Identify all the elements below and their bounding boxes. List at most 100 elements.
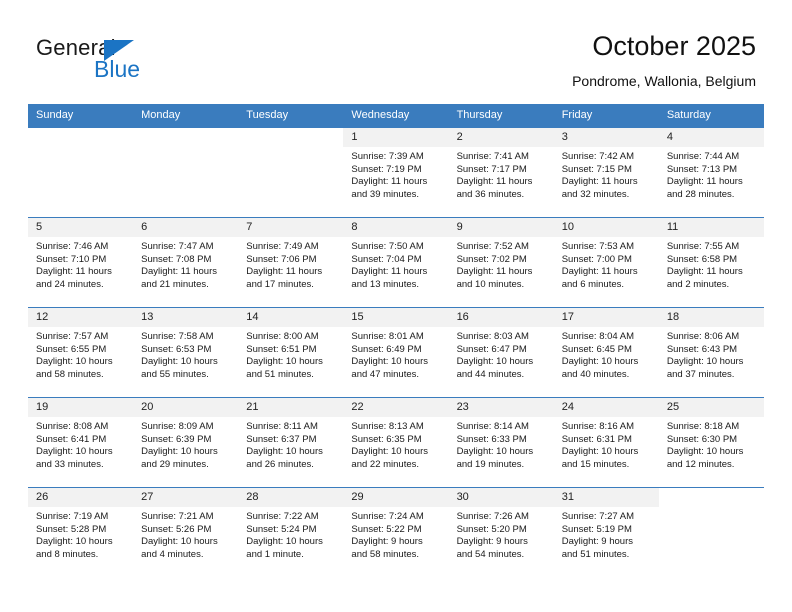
sunrise-text: Sunrise: 7:46 AM (36, 241, 109, 252)
day-cell[interactable]: 26 Sunrise: 7:19 AM Sunset: 5:28 PM Dayligh… (28, 488, 134, 577)
day-details: Sunrise: 7:24 AM Sunset: 5:22 PM Daylight:… (343, 507, 448, 561)
day-details: Sunrise: 7:41 AM Sunset: 7:17 PM Daylight:… (449, 147, 554, 201)
day-number: 15 (343, 308, 449, 327)
day-cell[interactable]: 29 Sunrise: 7:24 AM Sunset: 5:22 PM Dayligh… (343, 488, 449, 577)
day-number: 25 (658, 398, 764, 417)
daylight-text-line2: and 51 minutes. (561, 548, 630, 560)
day-cell[interactable]: 27 Sunrise: 7:21 AM Sunset: 5:26 PM Dayligh… (133, 488, 239, 577)
sunset-text: Sunset: 6:49 PM (351, 343, 422, 355)
day-cell[interactable]: 10 Sunrise: 7:53 AM Sunset: 7:00 PM Dayligh… (553, 218, 659, 307)
day-number: 27 (133, 488, 239, 507)
daylight-text-line2: and 28 minutes. (666, 188, 735, 200)
sunset-text: Sunset: 6:45 PM (561, 343, 632, 355)
day-number: 20 (133, 398, 239, 417)
sunrise-text: Sunrise: 7:55 AM (666, 241, 740, 252)
day-cell[interactable]: 31 Sunrise: 7:27 AM Sunset: 5:19 PM Dayligh… (553, 488, 659, 577)
day-cell[interactable]: 19 Sunrise: 8:08 AM Sunset: 6:41 PM Dayligh… (28, 398, 134, 487)
calendar-table: Sunday Monday Tuesday Wednesday Thursday Frid… (28, 104, 764, 577)
calendar-cell: 26 Sunrise: 7:19 AM Sunset: 5:28 PM Dayligh… (28, 487, 134, 577)
weekday-header-monday: Monday (133, 104, 239, 128)
day-cell-empty (659, 488, 764, 577)
sunrise-text: Sunrise: 7:21 AM (141, 511, 214, 522)
day-cell[interactable]: 18 Sunrise: 8:06 AM Sunset: 6:43 PM Dayligh… (658, 308, 764, 397)
day-cell[interactable]: 8 Sunrise: 7:50 AM Sunset: 7:04 PM Daylight… (343, 218, 449, 307)
calendar-cell: 20 Sunrise: 8:09 AM Sunset: 6:39 PM Dayligh… (133, 397, 239, 488)
calendar-cell: 1 Sunrise: 7:39 AM Sunset: 7:19 PM Daylight… (343, 127, 449, 218)
sunset-text: Sunset: 6:53 PM (141, 343, 212, 355)
daylight-text-line2: and 6 minutes. (561, 278, 625, 290)
day-cell[interactable]: 14 Sunrise: 8:00 AM Sunset: 6:51 PM Dayligh… (238, 308, 344, 397)
day-details: Sunrise: 7:44 AM Sunset: 7:13 PM Daylight:… (659, 147, 764, 201)
daylight-text-line2: and 54 minutes. (456, 548, 525, 560)
sunset-text: Sunset: 6:41 PM (36, 433, 107, 445)
sunrise-text: Sunrise: 7:41 AM (456, 151, 529, 162)
calendar-cell: 15 Sunrise: 8:01 AM Sunset: 6:49 PM Dayligh… (343, 307, 449, 398)
sunrise-text: Sunrise: 8:04 AM (561, 331, 635, 342)
day-number: 31 (553, 488, 659, 507)
day-number: 2 (448, 128, 554, 147)
daylight-text-line1: Daylight: 10 hours (246, 446, 323, 458)
calendar-page: General Blue October 2025 Pondrome, Wall… (0, 0, 792, 612)
calendar-cell: 25 Sunrise: 8:18 AM Sunset: 6:30 PM Dayligh… (658, 397, 764, 488)
day-details: Sunrise: 8:03 AM Sunset: 6:47 PM Daylight:… (449, 327, 554, 381)
day-cell[interactable]: 5 Sunrise: 7:46 AM Sunset: 7:10 PM Daylight… (28, 218, 134, 307)
day-cell[interactable]: 21 Sunrise: 8:11 AM Sunset: 6:37 PM Dayligh… (238, 398, 344, 487)
daylight-text-line2: and 47 minutes. (351, 368, 420, 380)
day-details: Sunrise: 8:18 AM Sunset: 6:30 PM Daylight:… (659, 417, 764, 471)
calendar-cell: 8 Sunrise: 7:50 AM Sunset: 7:04 PM Daylight… (343, 217, 449, 308)
day-cell[interactable]: 28 Sunrise: 7:22 AM Sunset: 5:24 PM Dayligh… (238, 488, 344, 577)
daylight-text-line1: Daylight: 11 hours (561, 266, 638, 278)
day-cell[interactable]: 24 Sunrise: 8:16 AM Sunset: 6:31 PM Dayligh… (553, 398, 659, 487)
calendar-week-row: 5 Sunrise: 7:46 AM Sunset: 7:10 PM Daylight… (28, 217, 764, 308)
day-cell-empty (133, 128, 238, 217)
sunrise-text: Sunrise: 8:14 AM (456, 421, 529, 432)
day-cell[interactable]: 6 Sunrise: 7:47 AM Sunset: 7:08 PM Daylight… (133, 218, 239, 307)
day-cell[interactable]: 1 Sunrise: 7:39 AM Sunset: 7:19 PM Daylight… (343, 128, 449, 217)
sunrise-text: Sunrise: 8:18 AM (666, 421, 740, 432)
sunset-text: Sunset: 7:10 PM (36, 253, 107, 265)
day-cell[interactable]: 12 Sunrise: 7:57 AM Sunset: 6:55 PM Dayligh… (28, 308, 134, 397)
calendar-cell: 30 Sunrise: 7:26 AM Sunset: 5:20 PM Dayligh… (448, 487, 554, 577)
daylight-text-line2: and 2 minutes. (666, 278, 730, 290)
daylight-text-line1: Daylight: 10 hours (666, 446, 744, 458)
day-cell[interactable]: 11 Sunrise: 7:55 AM Sunset: 6:58 PM Dayligh… (658, 218, 764, 307)
calendar-cell: 10 Sunrise: 7:53 AM Sunset: 7:00 PM Dayligh… (553, 217, 659, 308)
day-cell[interactable]: 25 Sunrise: 8:18 AM Sunset: 6:30 PM Dayligh… (658, 398, 764, 487)
day-cell[interactable]: 23 Sunrise: 8:14 AM Sunset: 6:33 PM Dayligh… (448, 398, 554, 487)
sunrise-text: Sunrise: 7:26 AM (456, 511, 529, 522)
day-cell[interactable]: 16 Sunrise: 8:03 AM Sunset: 6:47 PM Dayligh… (448, 308, 554, 397)
calendar-cell (238, 127, 344, 218)
day-number: 23 (448, 398, 554, 417)
sunset-text: Sunset: 6:33 PM (456, 433, 527, 445)
day-details: Sunrise: 7:49 AM Sunset: 7:06 PM Daylight:… (238, 237, 343, 291)
day-cell[interactable]: 30 Sunrise: 7:26 AM Sunset: 5:20 PM Dayligh… (448, 488, 554, 577)
day-details: Sunrise: 8:09 AM Sunset: 6:39 PM Daylight:… (133, 417, 238, 471)
day-cell[interactable]: 3 Sunrise: 7:42 AM Sunset: 7:15 PM Daylight… (553, 128, 659, 217)
day-details: Sunrise: 8:08 AM Sunset: 6:41 PM Daylight:… (28, 417, 133, 471)
day-cell[interactable]: 2 Sunrise: 7:41 AM Sunset: 7:17 PM Daylight… (448, 128, 554, 217)
day-details: Sunrise: 7:26 AM Sunset: 5:20 PM Daylight:… (449, 507, 554, 561)
calendar-cell: 5 Sunrise: 7:46 AM Sunset: 7:10 PM Daylight… (28, 217, 134, 308)
day-cell[interactable]: 17 Sunrise: 8:04 AM Sunset: 6:45 PM Dayligh… (553, 308, 659, 397)
brand-logo[interactable]: General Blue (36, 36, 236, 86)
day-cell[interactable]: 9 Sunrise: 7:52 AM Sunset: 7:02 PM Daylight… (448, 218, 554, 307)
day-cell[interactable]: 22 Sunrise: 8:13 AM Sunset: 6:35 PM Dayligh… (343, 398, 449, 487)
weekday-header-tuesday: Tuesday (238, 104, 344, 128)
day-cell[interactable]: 4 Sunrise: 7:44 AM Sunset: 7:13 PM Daylight… (658, 128, 764, 217)
day-cell[interactable]: 7 Sunrise: 7:49 AM Sunset: 7:06 PM Daylight… (238, 218, 344, 307)
day-cell[interactable]: 13 Sunrise: 7:58 AM Sunset: 6:53 PM Dayligh… (133, 308, 239, 397)
calendar-cell: 4 Sunrise: 7:44 AM Sunset: 7:13 PM Daylight… (658, 127, 764, 218)
calendar-cell: 31 Sunrise: 7:27 AM Sunset: 5:19 PM Dayligh… (553, 487, 659, 577)
daylight-text-line1: Daylight: 10 hours (141, 536, 218, 548)
day-number: 11 (658, 218, 764, 237)
location-subtitle: Pondrome, Wallonia, Belgium (572, 73, 756, 89)
day-cell[interactable]: 15 Sunrise: 8:01 AM Sunset: 6:49 PM Dayligh… (343, 308, 449, 397)
day-details: Sunrise: 7:57 AM Sunset: 6:55 PM Daylight:… (28, 327, 133, 381)
day-details: Sunrise: 7:42 AM Sunset: 7:15 PM Daylight:… (554, 147, 659, 201)
sunset-text: Sunset: 7:00 PM (561, 253, 632, 265)
daylight-text-line2: and 8 minutes. (36, 548, 99, 560)
day-cell[interactable]: 20 Sunrise: 8:09 AM Sunset: 6:39 PM Dayligh… (133, 398, 239, 487)
sunset-text: Sunset: 7:08 PM (141, 253, 212, 265)
sunset-text: Sunset: 7:15 PM (561, 163, 632, 175)
day-number: 12 (28, 308, 134, 327)
